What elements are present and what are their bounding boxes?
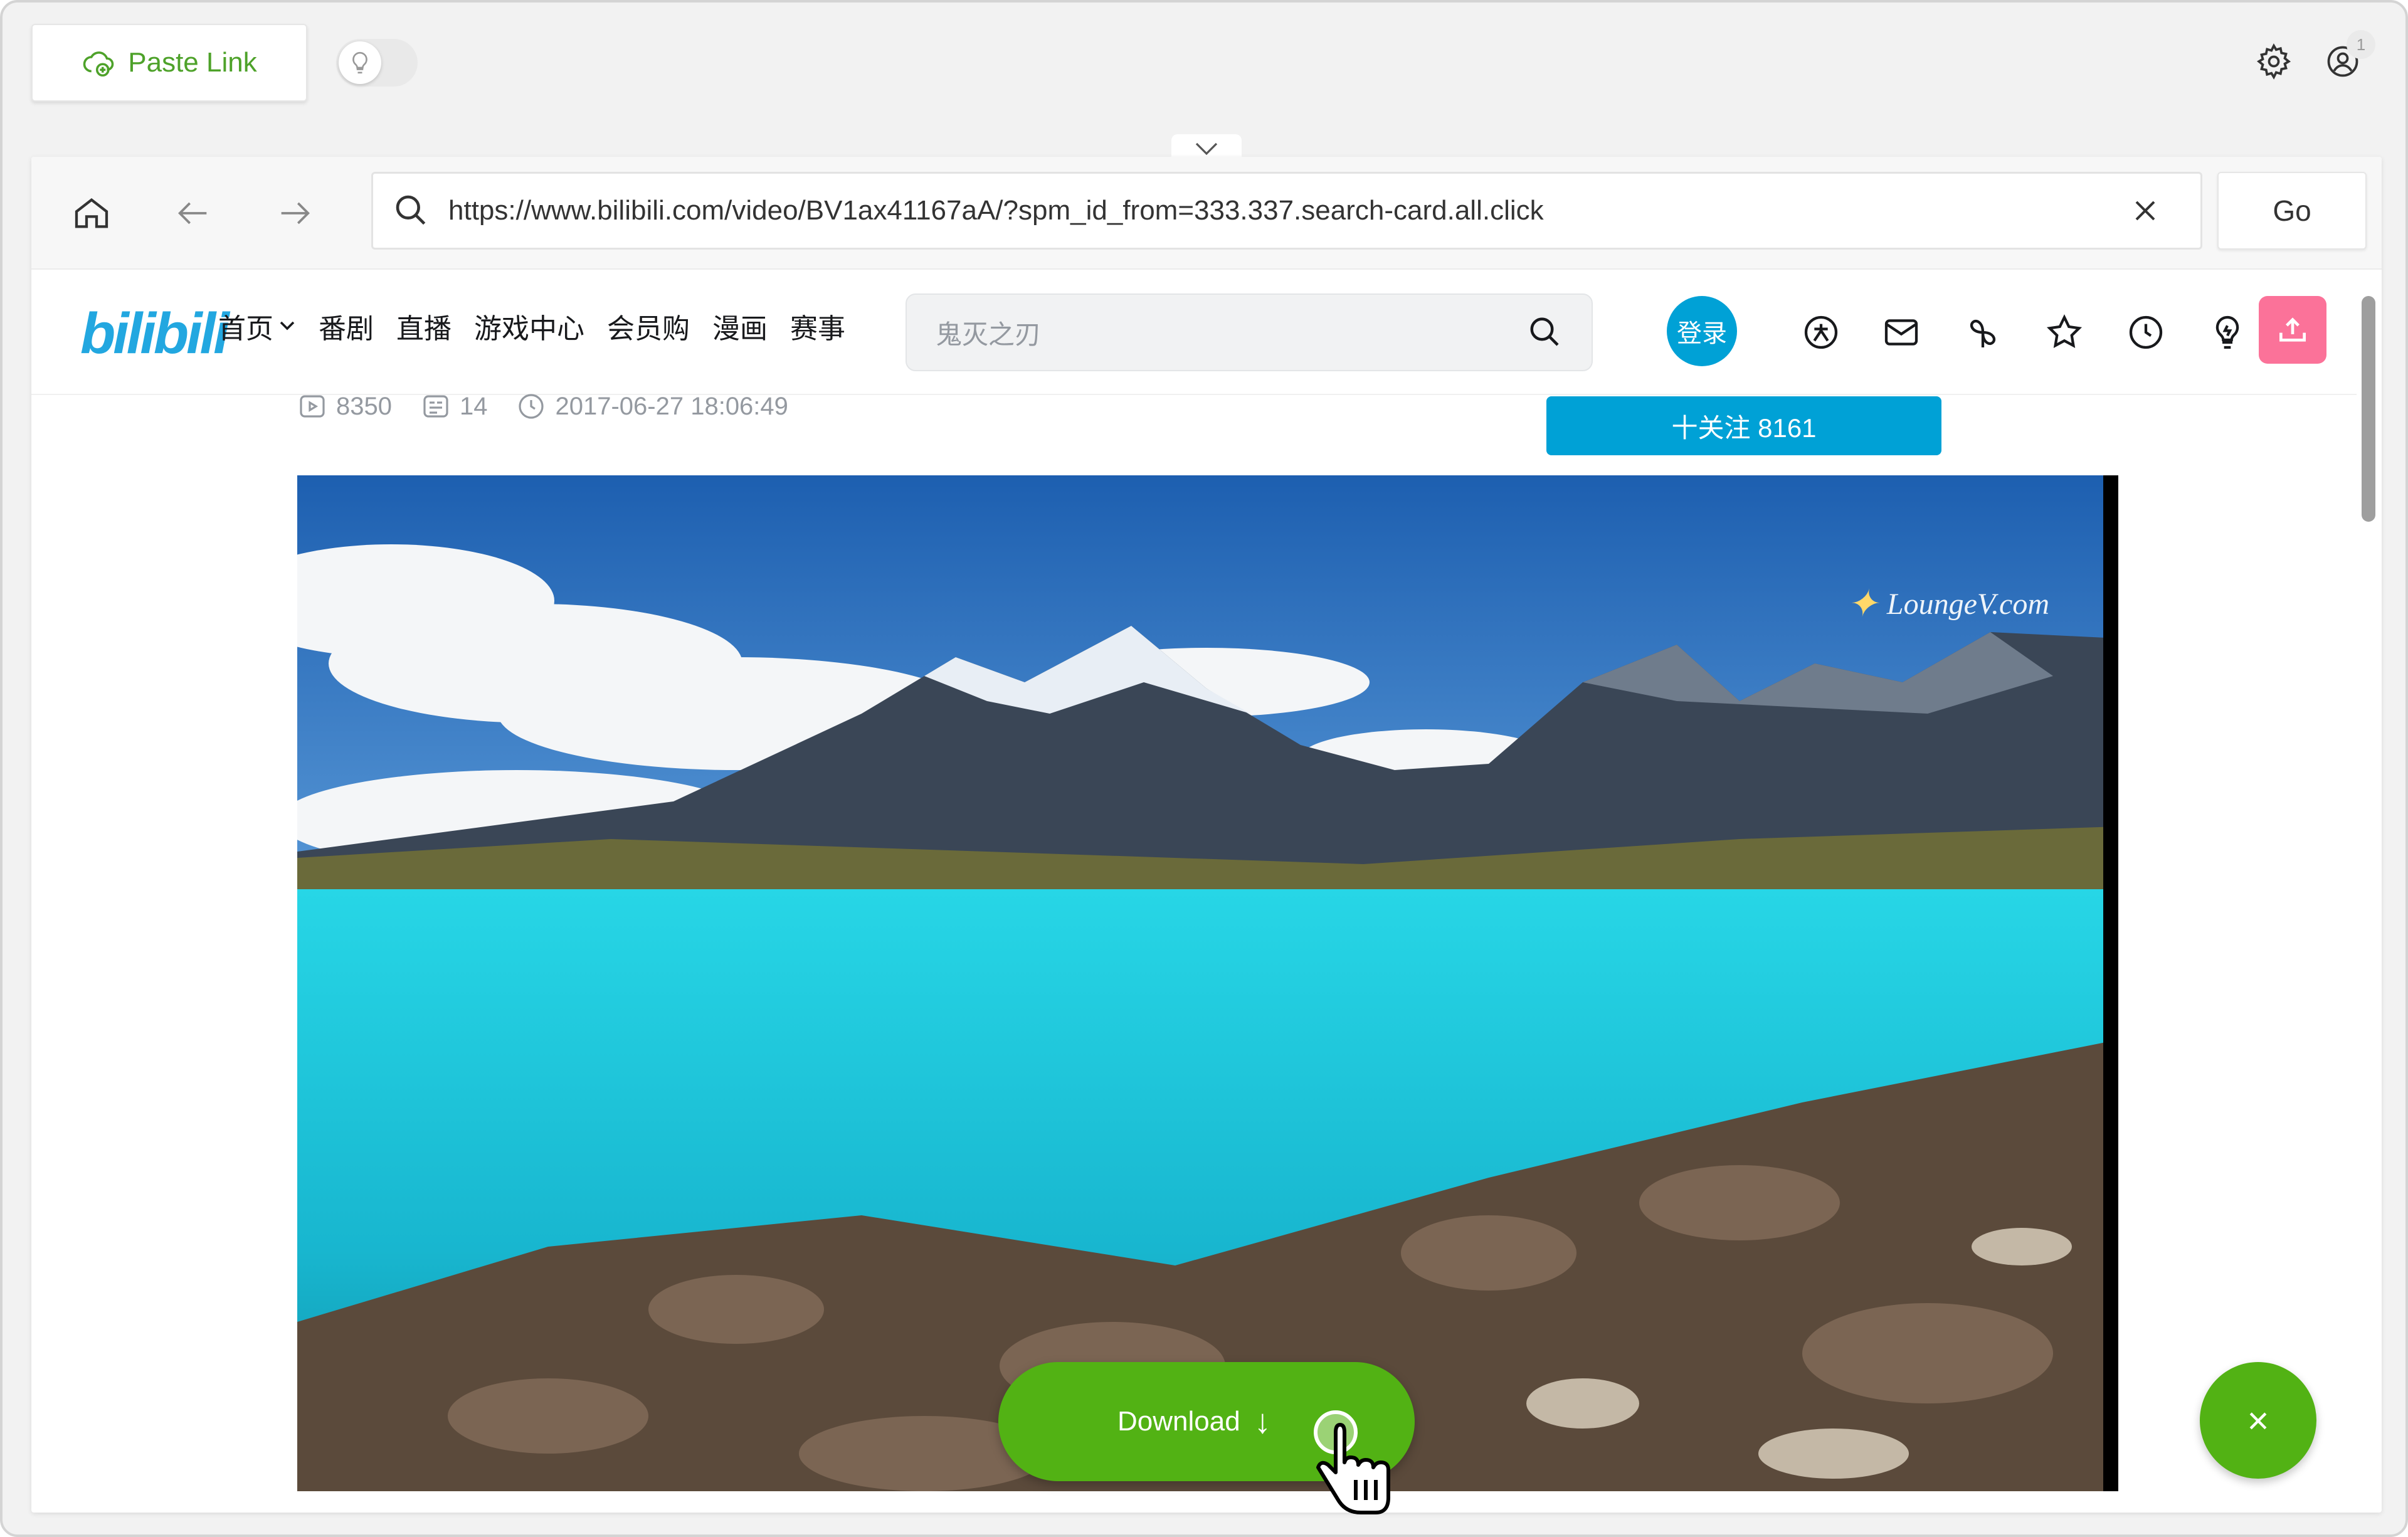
play-count-icon <box>300 395 325 418</box>
forward-arrow-icon[interactable] <box>270 188 320 238</box>
close-fab-button[interactable]: × <box>2200 1362 2316 1479</box>
download-arrow-icon: ↓ <box>1254 1403 1271 1440</box>
search-placeholder: 鬼灭之刃 <box>936 319 1042 349</box>
clock-icon <box>519 394 544 419</box>
message-mail-icon[interactable] <box>1876 307 1926 357</box>
embedded-browser: https://www.bilibili.com/video/BV1ax4116… <box>31 157 2382 1513</box>
go-button[interactable]: Go <box>2217 172 2367 250</box>
lightbulb-toggle[interactable] <box>336 39 418 87</box>
nav-item-manga[interactable]: 漫画 <box>712 306 768 346</box>
url-input[interactable]: https://www.bilibili.com/video/BV1ax4116… <box>371 172 2202 250</box>
view-count: 8350 <box>297 391 392 421</box>
upload-button[interactable] <box>2259 296 2326 364</box>
danmaku-count: 14 <box>421 391 487 421</box>
bilibili-logo[interactable]: bilibili <box>80 301 230 367</box>
vip-big-icon[interactable] <box>1796 307 1846 357</box>
scrollbar-thumb[interactable] <box>2362 296 2375 522</box>
publish-datetime: 2017-06-27 18:06:49 <box>516 391 788 421</box>
history-clock-icon[interactable] <box>2121 307 2171 357</box>
app-window: Paste Link 1 https://www.bilibili.com/vi… <box>0 0 2408 1537</box>
upload-icon <box>2279 317 2306 342</box>
video-frame-landscape <box>297 475 2118 1491</box>
sparkle-icon: ✦ <box>1846 583 1878 625</box>
site-search-input[interactable]: 鬼灭之刃 <box>906 293 1593 371</box>
nav-item-shop[interactable]: 会员购 <box>607 306 690 346</box>
login-button[interactable]: 登录 <box>1667 296 1737 366</box>
follow-button[interactable]: 十关注 8161 <box>1546 396 1941 455</box>
bilibili-header: bilibili 首页 番剧 直播 游戏中心 会员购 漫画 赛事 鬼灭之刃 登录 <box>31 270 2357 395</box>
dynamic-pinwheel-icon[interactable] <box>1958 307 2008 357</box>
nav-item-anime[interactable]: 番剧 <box>319 306 374 346</box>
back-arrow-icon[interactable] <box>168 188 218 238</box>
lightbulb-icon <box>352 51 367 74</box>
close-icon[interactable] <box>2130 196 2160 226</box>
toggle-knob <box>339 41 381 84</box>
settings-gear-icon[interactable] <box>2251 39 2296 84</box>
search-icon[interactable] <box>1526 314 1564 351</box>
danmaku-icon <box>423 395 448 418</box>
video-meta-row: 8350 14 2017-06-27 18:06:49 <box>297 391 788 421</box>
nav-item-game-center[interactable]: 游戏中心 <box>474 306 584 346</box>
chevron-down-icon <box>280 321 295 330</box>
home-icon[interactable] <box>66 188 117 238</box>
paste-link-button[interactable]: Paste Link <box>31 24 307 102</box>
video-player[interactable]: ✦ LoungeV.com <box>297 475 2118 1491</box>
pointer-hand-cursor-icon <box>1314 1410 1390 1514</box>
paste-link-label: Paste Link <box>128 47 257 78</box>
chevron-down-icon <box>1195 142 1218 156</box>
creative-bulb-icon[interactable] <box>2202 307 2252 357</box>
site-nav: 首页 番剧 直播 游戏中心 会员购 漫画 赛事 <box>218 306 845 346</box>
search-icon <box>396 195 426 225</box>
notification-badge: 1 <box>2347 30 2375 59</box>
video-watermark: ✦ LoungeV.com <box>1846 583 2049 625</box>
nav-item-home[interactable]: 首页 <box>218 306 296 346</box>
browser-nav-bar: https://www.bilibili.com/video/BV1ax4116… <box>31 157 2382 270</box>
favorites-star-icon[interactable] <box>2039 307 2089 357</box>
download-label: Download <box>1117 1406 1240 1437</box>
nav-item-esports[interactable]: 赛事 <box>790 306 845 346</box>
url-text[interactable]: https://www.bilibili.com/video/BV1ax4116… <box>448 195 2130 226</box>
nav-item-live[interactable]: 直播 <box>396 306 452 346</box>
paste-link-icon <box>83 51 114 77</box>
